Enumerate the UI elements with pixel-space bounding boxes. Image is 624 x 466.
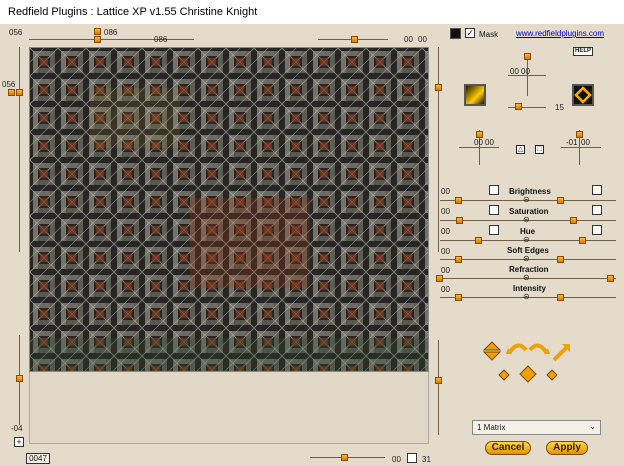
soft-edges-knob-left[interactable]: [455, 256, 462, 263]
preview-canvas[interactable]: [29, 47, 429, 372]
left-slider-knob-b[interactable]: [16, 89, 23, 96]
bottom-right-value: 00: [392, 455, 401, 464]
saturation-value: 00: [441, 207, 450, 216]
pos-left-value-2: 00: [485, 138, 494, 147]
intensity-knob-right[interactable]: [557, 294, 564, 301]
brightness-checkbox-left[interactable]: [489, 185, 499, 195]
right-lower-slider-knob[interactable]: [435, 377, 442, 384]
website-link[interactable]: www.redfieldplugins.com: [516, 29, 604, 38]
top-slider-value2: 086: [154, 35, 168, 44]
top-left-value: 056: [9, 28, 23, 37]
preset-select[interactable]: 1 Matrix ⌄: [472, 420, 601, 435]
saturation-checkbox-right[interactable]: [592, 205, 602, 215]
soft-edges-knob-right[interactable]: [557, 256, 564, 263]
window-title: Redfield Plugins : Lattice XP v1.55 Chri…: [8, 6, 258, 18]
bottom-right-value2: 31: [422, 455, 431, 464]
right-canvas-slider-track[interactable]: [438, 47, 439, 252]
saturation-link-icon[interactable]: ⊝: [523, 215, 530, 224]
code-field[interactable]: 0047: [26, 453, 50, 464]
hue-value: 00: [441, 227, 450, 236]
rotate-left-icon[interactable]: [506, 343, 528, 354]
brightness-value: 00: [441, 187, 450, 196]
pos-left-value-1: 00: [474, 138, 483, 147]
brightness-link-icon[interactable]: ⊝: [523, 195, 530, 204]
chevron-down-icon: ⌄: [589, 422, 596, 431]
transform-controls: [482, 341, 570, 383]
pos-right-value-2: 00: [581, 138, 590, 147]
right-lower-slider-track[interactable]: [438, 340, 439, 435]
diamond-icon: [574, 86, 592, 104]
left-slider-track[interactable]: [19, 47, 20, 252]
light-depth-knob[interactable]: [515, 103, 522, 110]
bottom-checkbox[interactable]: [407, 453, 417, 463]
flip-vertical-icon[interactable]: [482, 341, 502, 361]
square-shape-button[interactable]: □: [535, 145, 544, 154]
top-right-slider-knob[interactable]: [351, 36, 358, 43]
apply-button[interactable]: Apply: [546, 441, 588, 455]
preset-selected: 1 Matrix: [477, 423, 506, 432]
triangle-shape-button[interactable]: △: [516, 145, 525, 154]
light-color-swatch[interactable]: [464, 84, 486, 106]
cancel-button[interactable]: Cancel: [485, 441, 531, 455]
pos-right-h-track[interactable]: [561, 147, 601, 148]
soft-edges-value: 00: [441, 247, 450, 256]
canvas-empty-area: [29, 372, 429, 444]
intensity-knob-left[interactable]: [455, 294, 462, 301]
pos-right-knob[interactable]: [576, 131, 583, 138]
left-slider-knob-a[interactable]: [8, 89, 15, 96]
hue-knob-left[interactable]: [475, 237, 482, 244]
top-right-value-2: 00: [418, 35, 427, 44]
resize-arrow-icon[interactable]: [552, 344, 570, 362]
top-slider-value: 086: [104, 28, 118, 37]
mask-color-swatch[interactable]: [450, 28, 461, 39]
mask-checkbox[interactable]: ✓: [465, 28, 475, 38]
left-bottom-value: -04: [11, 424, 23, 433]
lattice-preview-image: [30, 48, 428, 371]
pos-left-knob[interactable]: [476, 131, 483, 138]
light-depth-track[interactable]: [508, 107, 546, 108]
light-v-track[interactable]: [527, 58, 528, 96]
top-right-value-1: 00: [404, 35, 413, 44]
brightness-label: Brightness: [509, 187, 551, 196]
expand-button[interactable]: +: [14, 437, 24, 447]
soft-edges-link-icon[interactable]: ⊝: [523, 254, 530, 263]
bottom-slider-knob[interactable]: [341, 454, 348, 461]
brightness-knob-right[interactable]: [557, 197, 564, 204]
pos-right-value-1: -01: [566, 138, 578, 147]
light-direction-button[interactable]: [572, 84, 594, 106]
top-slider-knob-upper[interactable]: [94, 28, 101, 35]
left-lower-slider-knob[interactable]: [16, 375, 23, 382]
left-top-value: 056: [2, 80, 16, 89]
right-canvas-slider-knob[interactable]: [435, 84, 442, 91]
light-value-2: 00: [521, 67, 530, 76]
light-value-15: 15: [555, 103, 564, 112]
top-slider-track[interactable]: [29, 39, 194, 40]
saturation-checkbox-left[interactable]: [489, 205, 499, 215]
hue-knob-right[interactable]: [579, 237, 586, 244]
brightness-knob-left[interactable]: [455, 197, 462, 204]
brightness-checkbox-right[interactable]: [592, 185, 602, 195]
hue-checkbox-right[interactable]: [592, 225, 602, 235]
refraction-value: 00: [441, 266, 450, 275]
saturation-knob-left[interactable]: [456, 217, 463, 224]
saturation-knob-right[interactable]: [570, 217, 577, 224]
rotate-right-icon[interactable]: [528, 343, 550, 354]
title-bar: Redfield Plugins : Lattice XP v1.55 Chri…: [0, 0, 624, 25]
move-center-icon[interactable]: [519, 365, 537, 383]
refraction-knob-right[interactable]: [607, 275, 614, 282]
mask-label: Mask: [479, 30, 499, 39]
move-small-right-icon[interactable]: [546, 369, 558, 381]
refraction-knob-left[interactable]: [436, 275, 443, 282]
light-v-knob[interactable]: [524, 53, 531, 60]
intensity-link-icon[interactable]: ⊝: [523, 292, 530, 301]
move-small-left-icon[interactable]: [498, 369, 510, 381]
help-button[interactable]: HELP: [573, 47, 593, 56]
light-value-1: 00: [510, 67, 519, 76]
intensity-value: 00: [441, 285, 450, 294]
hue-link-icon[interactable]: ⊝: [523, 235, 530, 244]
refraction-link-icon[interactable]: ⊝: [523, 273, 530, 282]
hue-checkbox-left[interactable]: [489, 225, 499, 235]
top-slider-knob[interactable]: [94, 36, 101, 43]
